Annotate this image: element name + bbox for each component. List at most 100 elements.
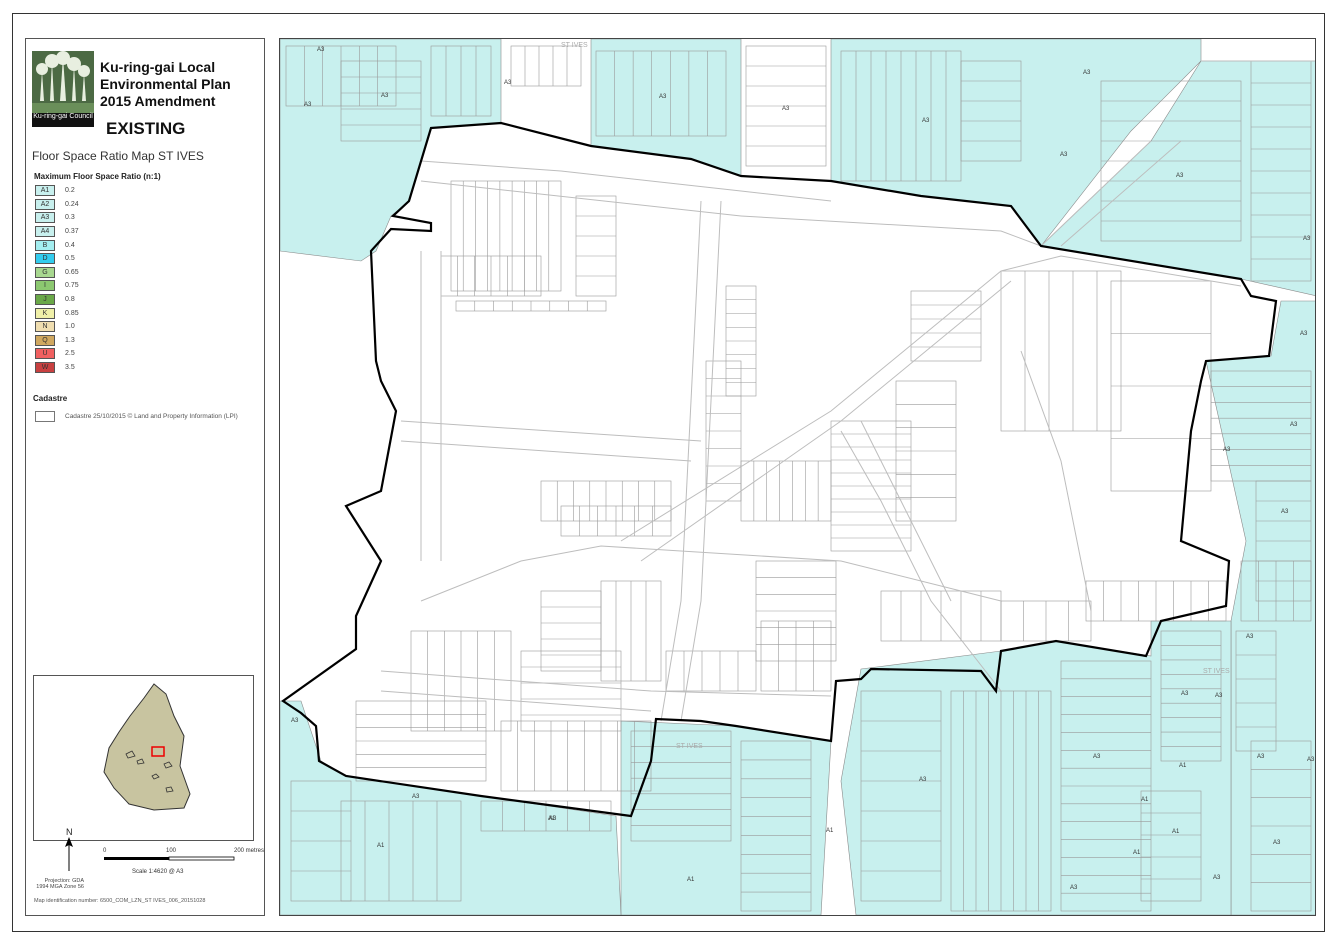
zone-label: A3: [1083, 70, 1091, 76]
zone-label: A3: [1273, 840, 1281, 846]
zone-label: A3: [1176, 173, 1184, 179]
zone-label: A1: [826, 828, 834, 834]
scale-tick-0: 0: [103, 848, 107, 854]
zone-fills: [280, 39, 1315, 915]
zone-label: A3: [1093, 754, 1101, 760]
legend-value: 0.8: [65, 296, 75, 304]
zone-label: A3: [1213, 875, 1221, 881]
map-title: Floor Space Ratio Map ST IVES: [32, 149, 204, 163]
legend-value: 0.5: [65, 255, 75, 263]
legend-list: A1 0.2 A2 0.24 A3 0.3 A4 0.37 B 0.4 D 0.5 G 0.65 I 0.75…: [35, 184, 79, 374]
scale-area: N 0 100 200 metres Scale 1:4620 @ A3 Pro…: [26, 825, 266, 915]
tree-icon: [32, 51, 94, 103]
legend-value: 0.75: [65, 282, 79, 290]
legend-swatch: N: [35, 321, 55, 333]
legend-row-u: U 2.5: [35, 347, 79, 361]
legend-value: 0.65: [65, 268, 79, 276]
legend-value: 2.5: [65, 350, 75, 358]
legend-row-a2: A2 0.24: [35, 198, 79, 212]
legend-swatch: J: [35, 294, 55, 306]
legend-swatch: A4: [35, 226, 55, 238]
legend-swatch: B: [35, 239, 55, 251]
legend-swatch: W: [35, 362, 55, 374]
zone-a3-nw: [280, 39, 502, 262]
place-label: ST IVES: [1203, 668, 1230, 675]
legend-row-a3: A3 0.3: [35, 211, 79, 225]
legend-value: 3.5: [65, 364, 75, 372]
zone-label: A3: [1070, 885, 1078, 891]
legend-row-n: N 1.0: [35, 320, 79, 334]
zone-label: A1: [1179, 763, 1187, 769]
locator-svg: [103, 683, 191, 811]
council-area-shape: [103, 683, 191, 811]
zone-label: A3: [1060, 152, 1068, 158]
scale-tick-200: 200 metres: [234, 848, 265, 854]
zone-label: A3: [1303, 236, 1311, 242]
legend-row-j: J 0.8: [35, 293, 79, 307]
map-frame: ST IVES ST IVES ST IVES A3 A3 A3 A3 A3 A3 A3 A3…: [279, 38, 1316, 916]
zone-label: A3: [304, 102, 312, 108]
locator-map: [33, 675, 254, 841]
cadastre-legend-row: Cadastre 25/10/2015 © Land and Property …: [35, 411, 238, 422]
zone-label: A3: [1181, 691, 1189, 697]
map-id-text: Map identification number: 6500_COM_LZN_…: [34, 898, 206, 904]
zone-label: A3: [1223, 447, 1231, 453]
legend-row-w: W 3.5: [35, 361, 79, 375]
zone-label: A1: [1133, 850, 1141, 856]
zone-label: A3: [922, 118, 930, 124]
zone-label: A3: [1281, 509, 1289, 515]
legend-swatch: A1: [35, 185, 55, 197]
legend-row-q: Q 1.3: [35, 334, 79, 348]
zone-label: A3: [1290, 422, 1298, 428]
zone-label: A1: [1172, 829, 1180, 835]
legend-row-a1: A1 0.2: [35, 184, 79, 198]
legend-value: 0.4: [65, 241, 75, 249]
place-label: ST IVES: [676, 743, 703, 750]
cadastre-text: Cadastre 25/10/2015 © Land and Property …: [65, 413, 238, 420]
zone-label: A3: [1300, 331, 1308, 337]
legend-value: 0.3: [65, 214, 75, 222]
zone-label: A3: [659, 94, 667, 100]
legend-row-d: D 0.5: [35, 252, 79, 266]
legend-swatch: I: [35, 280, 55, 292]
zone-label: A3: [1257, 754, 1265, 760]
zone-label: A3: [381, 93, 389, 99]
legend-value: 1.3: [65, 336, 75, 344]
plan-status: EXISTING: [106, 119, 186, 138]
legend-swatch: A3: [35, 212, 55, 224]
legend-value: 0.24: [65, 200, 79, 208]
map-svg[interactable]: ST IVES ST IVES ST IVES A3 A3 A3 A3 A3 A3 A3 A3…: [280, 39, 1315, 915]
legend-swatch: U: [35, 348, 55, 360]
legend-panel: Ku-ring-gai Council Ku-ring-gai Local En…: [25, 38, 265, 916]
plan-title-line: Environmental Plan: [100, 76, 231, 92]
legend-row-i: I 0.75: [35, 279, 79, 293]
legend-value: 0.85: [65, 309, 79, 317]
zone-label: A3: [291, 718, 299, 724]
legend-row-g: G 0.65: [35, 266, 79, 280]
zone-label: A1: [1141, 797, 1149, 803]
legend-swatch: A2: [35, 198, 55, 210]
legend-swatch: G: [35, 266, 55, 278]
zone-label: A3: [919, 777, 927, 783]
legend-swatch: Q: [35, 334, 55, 346]
zone-label: A3: [317, 47, 325, 53]
zone-label: A3: [1215, 693, 1223, 699]
zone-label: A3: [1307, 757, 1315, 763]
logo-caption: Ku-ring-gai Council: [32, 113, 94, 127]
legend-row-a4: A4 0.37: [35, 225, 79, 239]
north-label: N: [66, 827, 73, 837]
place-label: ST IVES: [561, 42, 588, 49]
legend-row-k: K 0.85: [35, 306, 79, 320]
projection-text: Projection: GDA 1994 MGA Zone 56: [36, 878, 84, 890]
zone-label: A1: [377, 843, 385, 849]
council-logo: Ku-ring-gai Council: [32, 51, 94, 127]
cadastre-heading: Cadastre: [33, 394, 68, 403]
legend-value: 1.0: [65, 323, 75, 331]
scale-text: Scale 1:4620 @ A3: [132, 869, 184, 875]
legend-swatch: K: [35, 307, 55, 319]
zone-label: A3: [1246, 634, 1254, 640]
zone-label: A1: [687, 877, 695, 883]
plan-title-line: 2015 Amendment: [100, 93, 216, 109]
scale-tick-100: 100: [166, 848, 177, 854]
legend-value: 0.2: [65, 187, 75, 195]
